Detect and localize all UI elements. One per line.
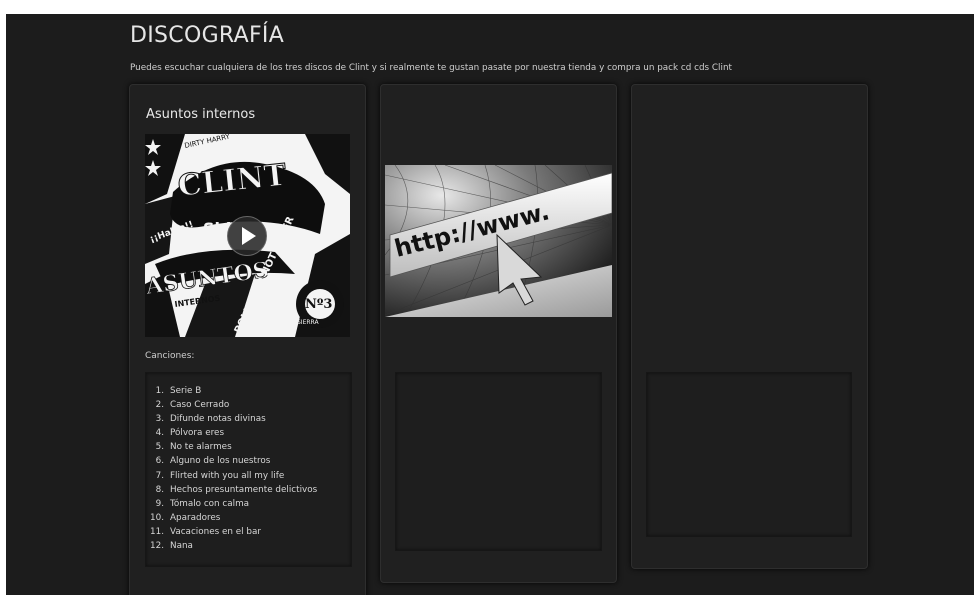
tracklist-panel: 1. Serie B 2. Caso Cerrado 3. Difunde notas… xyxy=(145,372,352,567)
album-title: Asuntos internos xyxy=(146,107,256,122)
track-item[interactable]: 3. Difunde notas divinas xyxy=(146,412,351,426)
track-name: No te alarmes xyxy=(170,442,232,453)
cover-text-number: Nº3 xyxy=(305,297,332,312)
track-item[interactable]: 12. Nana xyxy=(146,539,351,553)
songs-label: Canciones: xyxy=(145,351,195,361)
placeholder-web-image: http://www. xyxy=(385,165,612,317)
track-number: 4. xyxy=(155,428,164,439)
track-item[interactable]: 2. Caso Cerrado xyxy=(146,398,351,412)
track-number: 9. xyxy=(155,498,164,509)
track-item[interactable]: 7. Flirted with you all my life xyxy=(146,469,351,483)
track-item[interactable]: 11. Vacaciones en el bar xyxy=(146,525,351,539)
tracklist: 1. Serie B 2. Caso Cerrado 3. Difunde notas… xyxy=(146,384,351,553)
web-url-art: http://www. xyxy=(385,165,612,317)
track-item[interactable]: 9. Tómalo con calma xyxy=(146,497,351,511)
track-item[interactable]: 5. No te alarmes xyxy=(146,440,351,454)
track-name: Aparadores xyxy=(170,512,221,523)
album-cover-image: DIRTY HARRY CLINT ¡¡Habla!! Shh ASUNTOS … xyxy=(145,134,350,337)
tracklist-panel xyxy=(646,372,852,537)
track-number: 5. xyxy=(155,442,164,453)
track-name: Alguno de los nuestros xyxy=(170,456,271,467)
page-viewport: DISCOGRAFÍA Puedes escuchar cualquiera d… xyxy=(6,14,974,595)
track-number: 6. xyxy=(155,456,164,467)
track-number: 10. xyxy=(150,512,164,523)
track-name: Pólvora eres xyxy=(170,428,225,439)
track-number: 11. xyxy=(150,526,164,537)
tracklist-panel xyxy=(395,372,602,551)
track-name: Serie B xyxy=(170,386,202,396)
album-card-3 xyxy=(631,84,868,569)
track-name: Difunde notas divinas xyxy=(170,414,266,425)
play-button[interactable] xyxy=(227,216,267,256)
track-item[interactable]: 4. Pólvora eres xyxy=(146,426,351,440)
track-name: Caso Cerrado xyxy=(170,400,230,411)
track-item[interactable]: 6. Alguno de los nuestros xyxy=(146,454,351,468)
play-icon xyxy=(242,227,256,245)
track-number: 3. xyxy=(155,414,164,425)
track-name: Vacaciones en el bar xyxy=(170,526,262,537)
track-item[interactable]: 8. Hechos presuntamente delictivos xyxy=(146,483,351,497)
track-number: 12. xyxy=(150,541,164,552)
track-name: Tómalo con calma xyxy=(170,498,250,509)
track-number: 1. xyxy=(155,386,164,396)
track-name: Flirted with you all my life xyxy=(170,470,285,481)
intro-text: Puedes escuchar cualquiera de los tres d… xyxy=(130,63,732,73)
album-card-asuntos-internos: Asuntos internos DIRTY HARRY CLINT ¡¡Hab… xyxy=(129,84,366,595)
track-item[interactable]: 10. Aparadores xyxy=(146,511,351,525)
track-name: Hechos presuntamente delictivos xyxy=(170,484,318,495)
track-item[interactable]: 1. Serie B xyxy=(146,384,351,398)
page-title: DISCOGRAFÍA xyxy=(130,23,285,48)
track-name: Nana xyxy=(170,541,193,552)
album-card-2: http://www. xyxy=(380,84,617,583)
track-number: 8. xyxy=(155,484,164,495)
cover-text-sierra: SIERRA xyxy=(297,319,319,326)
track-number: 2. xyxy=(155,400,164,411)
track-number: 7. xyxy=(155,470,164,481)
